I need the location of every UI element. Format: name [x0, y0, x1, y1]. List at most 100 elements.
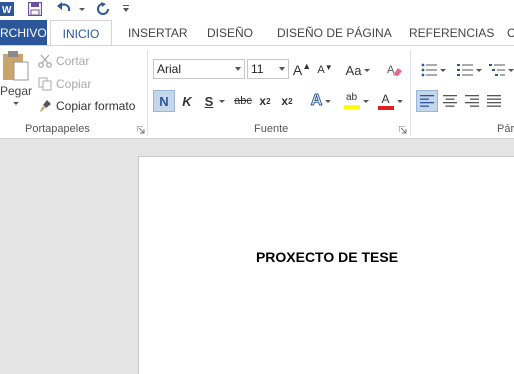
- highlight-dropdown-icon: [362, 99, 369, 103]
- quick-access-toolbar: W: [0, 0, 514, 20]
- bold-label: N: [159, 93, 169, 109]
- font-family-select[interactable]: Arial: [153, 59, 245, 79]
- copy-button[interactable]: Copiar: [38, 75, 91, 93]
- paste-icon: [3, 51, 29, 81]
- subscript-button[interactable]: x2: [256, 90, 274, 112]
- subscript-mark: 2: [266, 96, 271, 106]
- paintbrush-icon: [40, 100, 51, 112]
- eraser-icon: A: [387, 64, 402, 76]
- tab-mailings-partial[interactable]: C: [507, 20, 514, 45]
- word-app-icon[interactable]: W: [0, 0, 14, 18]
- group-divider: [410, 50, 411, 136]
- clipboard-dialog-launcher-icon[interactable]: [137, 126, 145, 134]
- document-title: PROXECTO DE TESE: [255, 249, 399, 265]
- cut-button[interactable]: Cortar: [38, 52, 89, 70]
- tab-design[interactable]: DISEÑO: [207, 20, 253, 45]
- clipboard-group-label: Portapapeles: [25, 123, 90, 135]
- svg-text:W: W: [2, 5, 12, 16]
- shrink-font-caret-icon: ▼: [324, 62, 333, 72]
- align-right-button[interactable]: [462, 90, 482, 112]
- grow-font-caret-icon: ▲: [302, 61, 312, 71]
- tab-insert[interactable]: INSERTAR: [128, 20, 188, 45]
- align-right-icon: [465, 95, 479, 107]
- tab-references-label: REFERENCIAS: [409, 26, 495, 40]
- tab-home-label: INICIO: [62, 27, 100, 41]
- copy-icon: [38, 77, 52, 91]
- highlight-label: ab: [345, 92, 358, 103]
- underline-dropdown-icon: [219, 99, 226, 103]
- tab-page-layout[interactable]: DISEÑO DE PÁGINA: [277, 20, 392, 45]
- tab-insert-label: INSERTAR: [128, 26, 188, 40]
- format-painter-button[interactable]: Copiar formato: [38, 97, 135, 115]
- strikethrough-label: abc: [234, 95, 252, 107]
- superscript-mark: 2: [288, 96, 293, 106]
- highlight-button[interactable]: ab: [340, 90, 372, 112]
- bullets-dropdown-icon: [439, 68, 446, 72]
- align-center-icon: [443, 95, 457, 107]
- superscript-base: x: [281, 94, 289, 108]
- font-family-value: Arial: [157, 62, 182, 76]
- bullets-button[interactable]: [416, 60, 450, 80]
- justify-icon: [487, 95, 501, 107]
- align-center-button[interactable]: [440, 90, 460, 112]
- bold-button[interactable]: N: [153, 90, 175, 112]
- numbering-dropdown-icon: [475, 68, 482, 72]
- numbering-button[interactable]: [452, 60, 486, 80]
- font-family-dropdown-icon: [235, 67, 241, 71]
- justify-button[interactable]: [484, 90, 504, 112]
- tab-home[interactable]: INICIO: [50, 20, 112, 45]
- grow-font-button[interactable]: A ▲: [292, 60, 312, 80]
- bullet-list-icon: [421, 63, 437, 77]
- font-color-bar: [377, 105, 394, 110]
- grow-font-label: A: [292, 62, 303, 78]
- paste-label: Pegar: [0, 84, 33, 98]
- change-case-dropdown-icon: [364, 68, 371, 72]
- font-color-label: A: [381, 91, 390, 106]
- underline-label: S: [204, 93, 214, 109]
- font-size-select[interactable]: 11: [247, 59, 289, 79]
- change-case-label: Aa: [345, 62, 362, 78]
- change-case-button[interactable]: Aa: [342, 60, 374, 80]
- align-left-icon: [420, 95, 434, 107]
- highlight-color-bar: [343, 105, 360, 109]
- font-color-button[interactable]: A: [374, 90, 406, 112]
- paste-button[interactable]: Pegar: [0, 50, 32, 116]
- italic-button[interactable]: K: [177, 90, 197, 112]
- paste-dropdown-icon[interactable]: [13, 102, 19, 105]
- customize-toolbar-icon[interactable]: [122, 0, 130, 18]
- redo-icon[interactable]: [96, 0, 110, 18]
- clear-formatting-button[interactable]: A: [385, 60, 405, 80]
- text-effects-label: A: [310, 92, 323, 110]
- ribbon-home: Pegar Cortar Copiar Copiar formato Porta…: [0, 45, 514, 139]
- shrink-font-button[interactable]: A ▼: [315, 60, 335, 80]
- font-color-dropdown-icon: [396, 99, 403, 103]
- font-size-value: 11: [251, 62, 264, 76]
- multilevel-list-button[interactable]: [488, 60, 514, 80]
- tab-page-layout-label: DISEÑO DE PÁGINA: [277, 26, 392, 40]
- superscript-button[interactable]: x2: [278, 90, 296, 112]
- strikethrough-button[interactable]: abc: [232, 90, 254, 112]
- tab-file[interactable]: RCHIVO: [0, 20, 47, 45]
- tab-file-label: RCHIVO: [0, 26, 47, 40]
- underline-button[interactable]: S: [200, 90, 230, 112]
- scissors-icon: [38, 54, 52, 68]
- format-painter-label: Copiar formato: [56, 99, 136, 113]
- font-color-icon: A: [377, 91, 394, 110]
- group-divider: [147, 50, 148, 136]
- paragraph-group-label: Pár: [497, 123, 514, 135]
- text-effects-button[interactable]: A: [306, 90, 336, 112]
- shrink-font-label: A: [317, 64, 325, 76]
- multilevel-dropdown-icon: [507, 68, 514, 72]
- align-left-button[interactable]: [416, 90, 438, 112]
- tab-references[interactable]: REFERENCIAS: [409, 20, 494, 45]
- font-dialog-launcher-icon[interactable]: [399, 126, 407, 134]
- subscript-base: x: [259, 94, 267, 108]
- undo-dropdown-icon[interactable]: [76, 0, 85, 18]
- font-size-dropdown-icon: [279, 67, 285, 71]
- cut-label: Cortar: [56, 54, 90, 68]
- multilevel-list-icon: [488, 64, 505, 76]
- save-icon[interactable]: [28, 0, 42, 18]
- document-page[interactable]: PROXECTO DE TESE: [138, 156, 514, 374]
- undo-icon[interactable]: [56, 0, 72, 18]
- tab-mailings-partial-label: C: [507, 26, 514, 40]
